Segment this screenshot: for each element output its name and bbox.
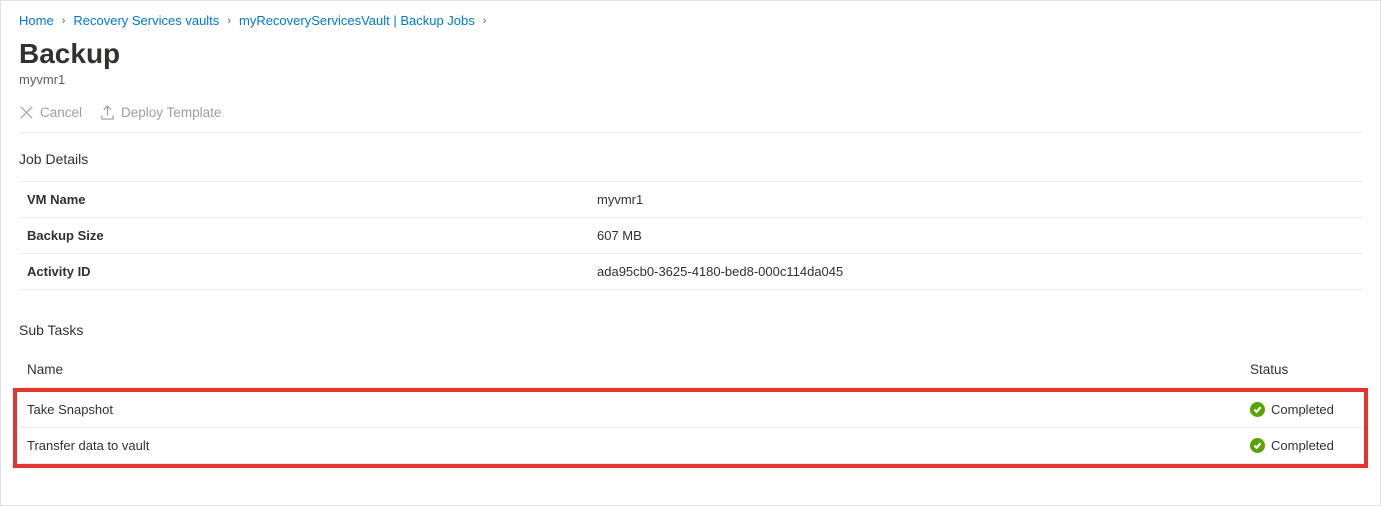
- page-title: Backup: [19, 38, 1362, 70]
- subtask-name: Take Snapshot: [19, 392, 1242, 428]
- status-text: Completed: [1271, 402, 1334, 417]
- deploy-label: Deploy Template: [121, 105, 221, 120]
- sub-tasks-heading: Sub Tasks: [19, 322, 1362, 338]
- job-details-heading: Job Details: [19, 151, 1362, 167]
- detail-label: Backup Size: [19, 218, 589, 254]
- close-icon: [19, 105, 34, 120]
- breadcrumb: Home › Recovery Services vaults › myReco…: [19, 13, 1362, 28]
- breadcrumb-vaults[interactable]: Recovery Services vaults: [73, 13, 219, 28]
- breadcrumb-home[interactable]: Home: [19, 13, 54, 28]
- detail-value: ada95cb0-3625-4180-bed8-000c114da045: [589, 254, 1362, 290]
- table-row: Transfer data to vault Completed: [19, 428, 1362, 464]
- column-header-status[interactable]: Status: [1242, 352, 1362, 388]
- detail-label: VM Name: [19, 182, 589, 218]
- status-text: Completed: [1271, 438, 1334, 453]
- toolbar: Cancel Deploy Template: [19, 105, 1362, 133]
- chevron-right-icon: ›: [62, 15, 66, 27]
- detail-value: myvmr1: [589, 182, 1362, 218]
- sub-tasks-table: Name Status: [19, 352, 1362, 388]
- cancel-button[interactable]: Cancel: [19, 105, 82, 120]
- page-subtitle: myvmr1: [19, 72, 1362, 87]
- job-details-table: VM Name myvmr1 Backup Size 607 MB Activi…: [19, 181, 1362, 290]
- breadcrumb-backup-jobs[interactable]: myRecoveryServicesVault | Backup Jobs: [239, 13, 475, 28]
- table-row: Backup Size 607 MB: [19, 218, 1362, 254]
- highlighted-region: Take Snapshot Completed Transfer data to…: [13, 388, 1368, 468]
- status-cell: Completed: [1250, 438, 1354, 453]
- deploy-template-button[interactable]: Deploy Template: [100, 105, 221, 120]
- status-cell: Completed: [1250, 402, 1354, 417]
- table-row: Activity ID ada95cb0-3625-4180-bed8-000c…: [19, 254, 1362, 290]
- table-row: VM Name myvmr1: [19, 182, 1362, 218]
- upload-icon: [100, 105, 115, 120]
- check-circle-icon: [1250, 402, 1265, 417]
- column-header-name[interactable]: Name: [19, 352, 1242, 388]
- check-circle-icon: [1250, 438, 1265, 453]
- table-row: Take Snapshot Completed: [19, 392, 1362, 428]
- subtask-name: Transfer data to vault: [19, 428, 1242, 464]
- chevron-right-icon: ›: [483, 15, 487, 27]
- cancel-label: Cancel: [40, 105, 82, 120]
- sub-tasks-body: Take Snapshot Completed Transfer data to…: [19, 392, 1362, 464]
- detail-value: 607 MB: [589, 218, 1362, 254]
- detail-label: Activity ID: [19, 254, 589, 290]
- chevron-right-icon: ›: [227, 15, 231, 27]
